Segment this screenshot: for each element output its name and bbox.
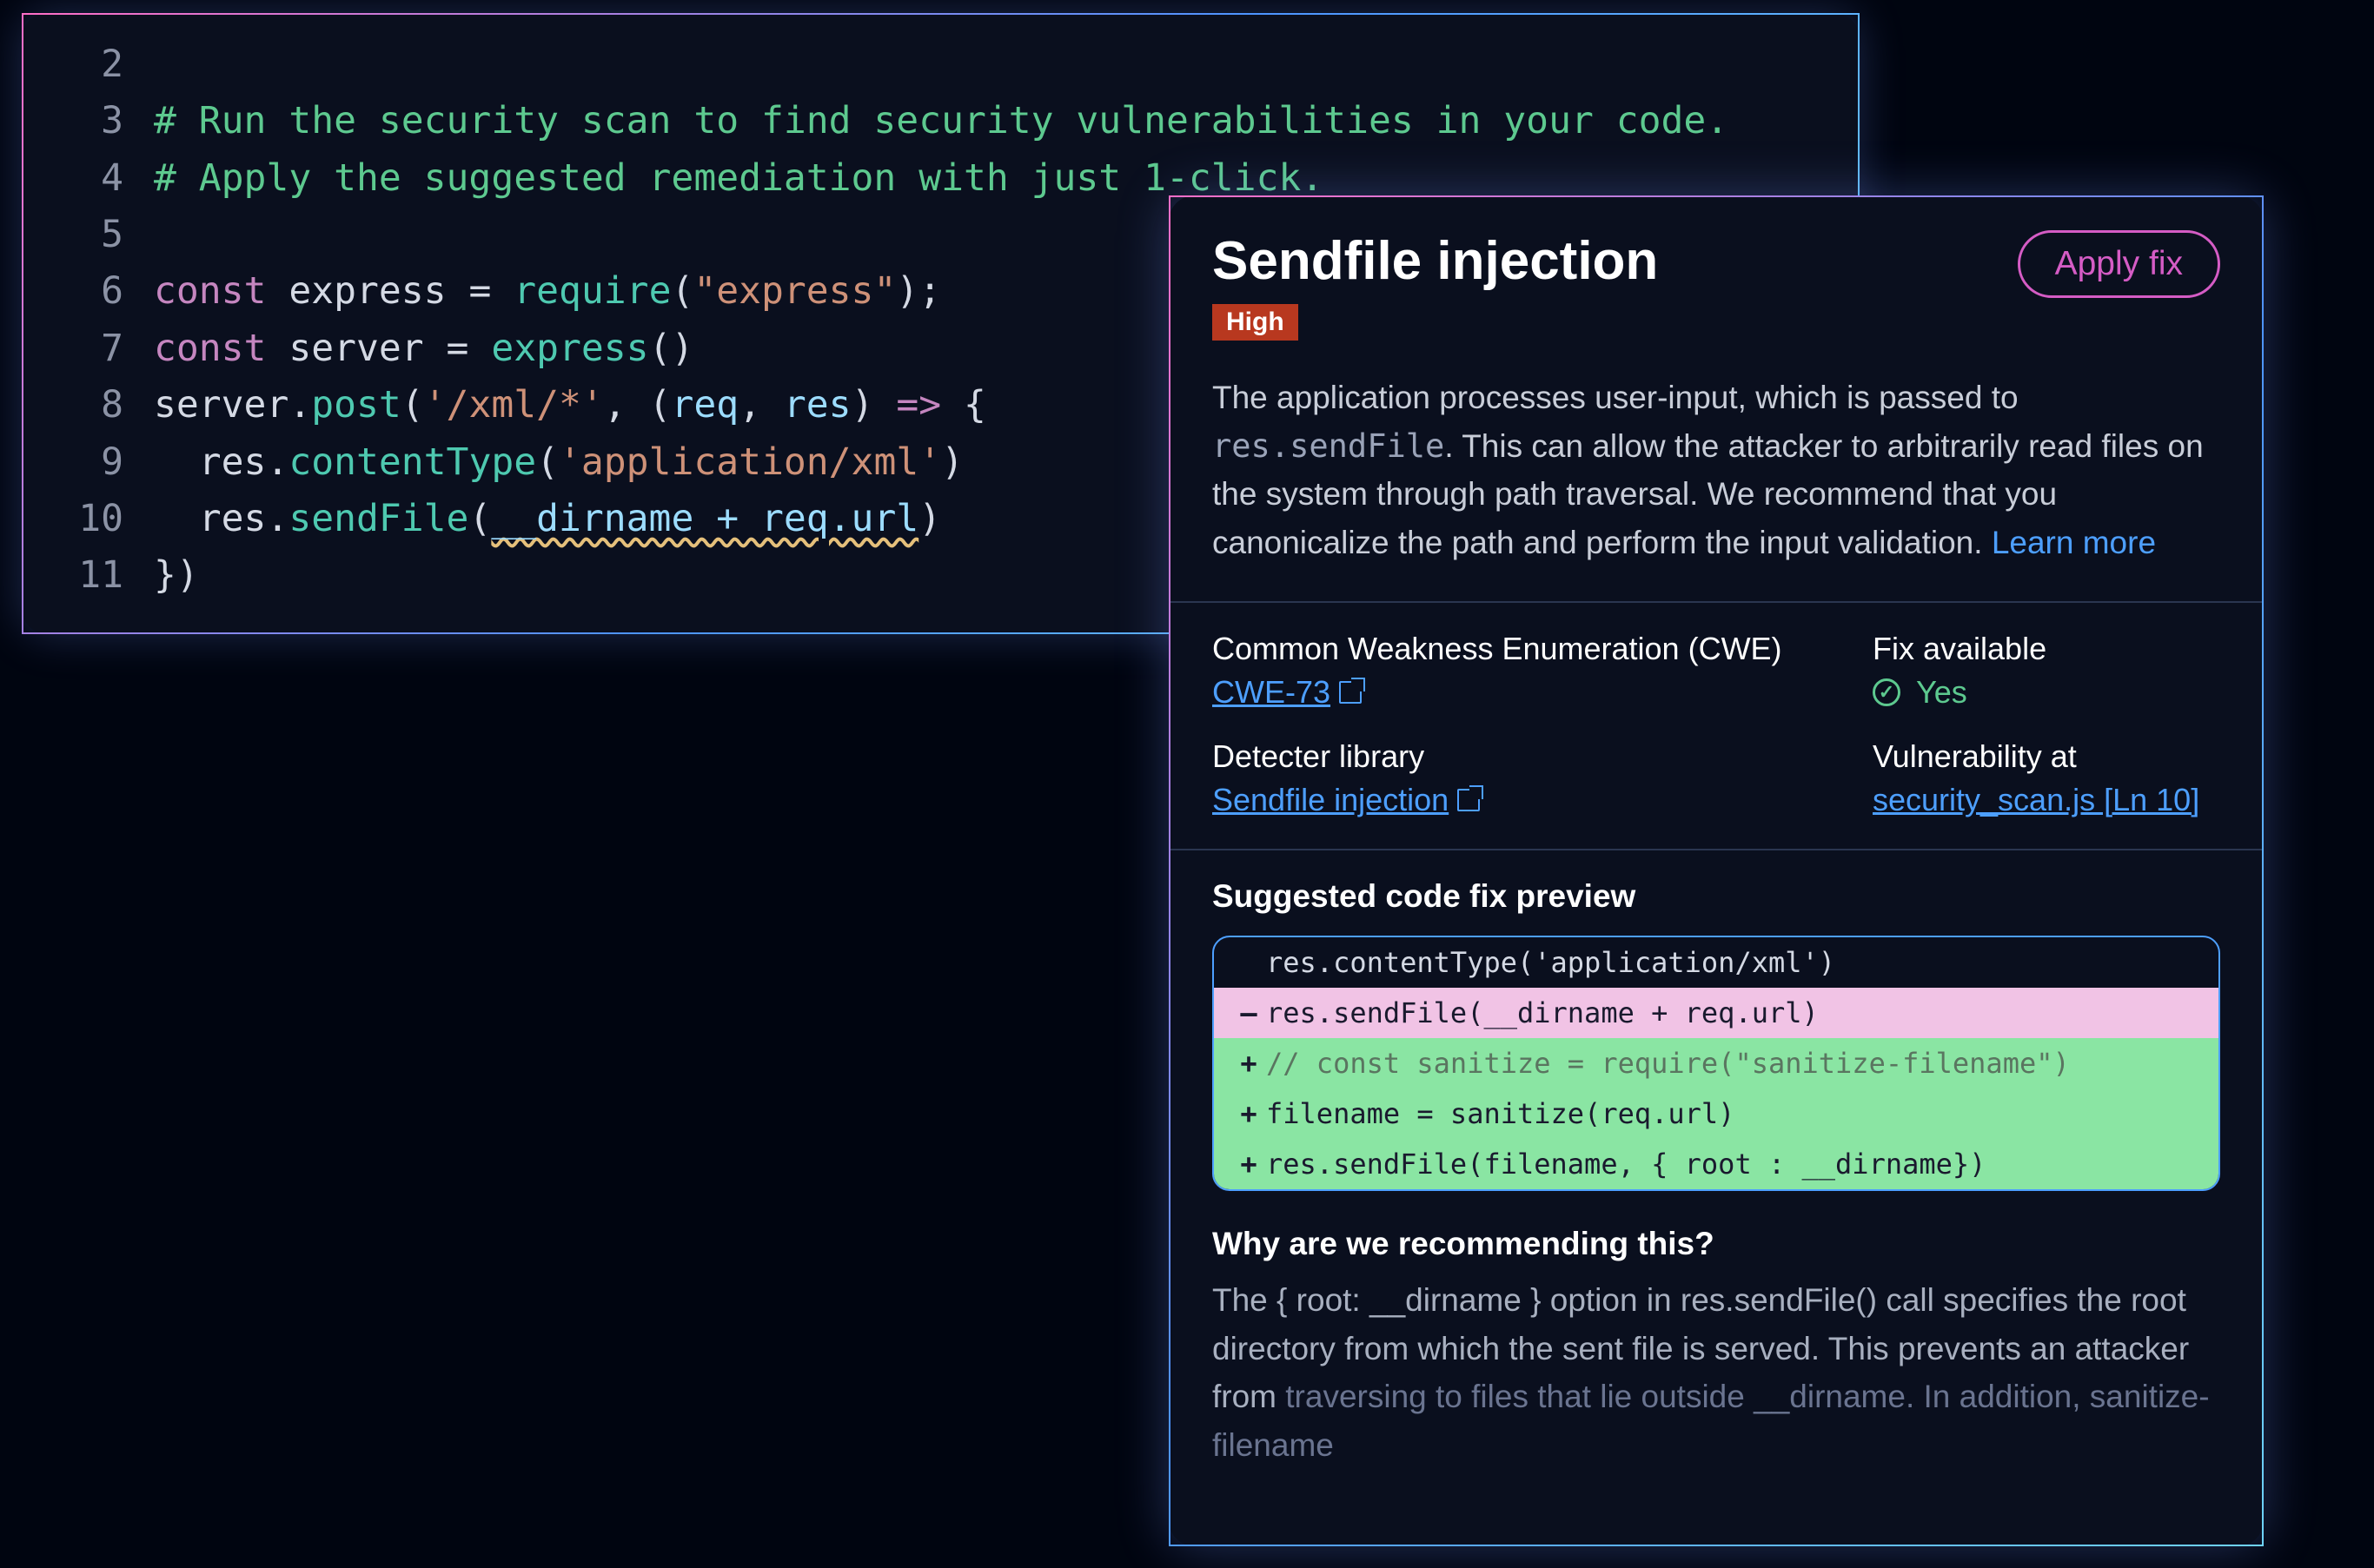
meta-detector-library: Detecter library Sendfile injection <box>1212 738 1873 818</box>
line-number-gutter: 234567891011 <box>23 36 154 605</box>
detector-library-link[interactable]: Sendfile injection <box>1212 782 1873 818</box>
diff-preview-box: res.contentType('application/xml')—res.s… <box>1212 936 2220 1191</box>
line-number: 8 <box>23 377 123 433</box>
learn-more-link[interactable]: Learn more <box>1992 525 2156 560</box>
diff-line-added: +filename = sanitize(req.url) <box>1214 1088 2218 1139</box>
diff-line-added: +// const sanitize = require("sanitize-f… <box>1214 1038 2218 1088</box>
vulnerability-location-link[interactable]: security_scan.js [Ln 10] <box>1873 782 2220 818</box>
diff-line-removed: —res.sendFile(__dirname + req.url) <box>1214 988 2218 1038</box>
severity-badge: High <box>1212 304 1298 341</box>
line-number: 3 <box>23 93 123 149</box>
line-number: 10 <box>23 491 123 547</box>
line-number: 2 <box>23 36 123 93</box>
cwe-link[interactable]: CWE-73 <box>1212 674 1873 711</box>
line-number: 4 <box>23 150 123 207</box>
apply-fix-button[interactable]: Apply fix <box>2018 230 2220 298</box>
diff-line-context: res.contentType('application/xml') <box>1214 937 2218 988</box>
external-link-icon <box>1457 789 1480 811</box>
line-number: 6 <box>23 263 123 320</box>
meta-cwe: Common Weakness Enumeration (CWE) CWE-73 <box>1212 631 1873 711</box>
recommendation-text: The { root: __dirname } option in res.se… <box>1212 1276 2220 1469</box>
meta-vulnerability-location: Vulnerability at security_scan.js [Ln 10… <box>1873 738 2220 818</box>
code-line[interactable] <box>154 36 1858 93</box>
diff-line-added: +res.sendFile(filename, { root : __dirna… <box>1214 1139 2218 1189</box>
vulnerability-description: The application processes user-input, wh… <box>1170 356 2262 601</box>
line-number: 5 <box>23 207 123 263</box>
code-line[interactable]: # Run the security scan to find security… <box>154 93 1858 149</box>
code-fix-preview-title: Suggested code fix preview <box>1212 878 2220 915</box>
vulnerability-title: Sendfile injection <box>1212 230 1658 292</box>
check-circle-icon <box>1873 678 1900 706</box>
line-number: 9 <box>23 434 123 491</box>
vulnerability-details-panel: Sendfile injection High Apply fix The ap… <box>1169 195 2264 1546</box>
external-link-icon <box>1339 681 1362 704</box>
recommendation-title: Why are we recommending this? <box>1212 1226 2220 1262</box>
line-number: 11 <box>23 547 123 604</box>
line-number: 7 <box>23 321 123 377</box>
meta-fix-available: Fix available Yes <box>1873 631 2220 711</box>
